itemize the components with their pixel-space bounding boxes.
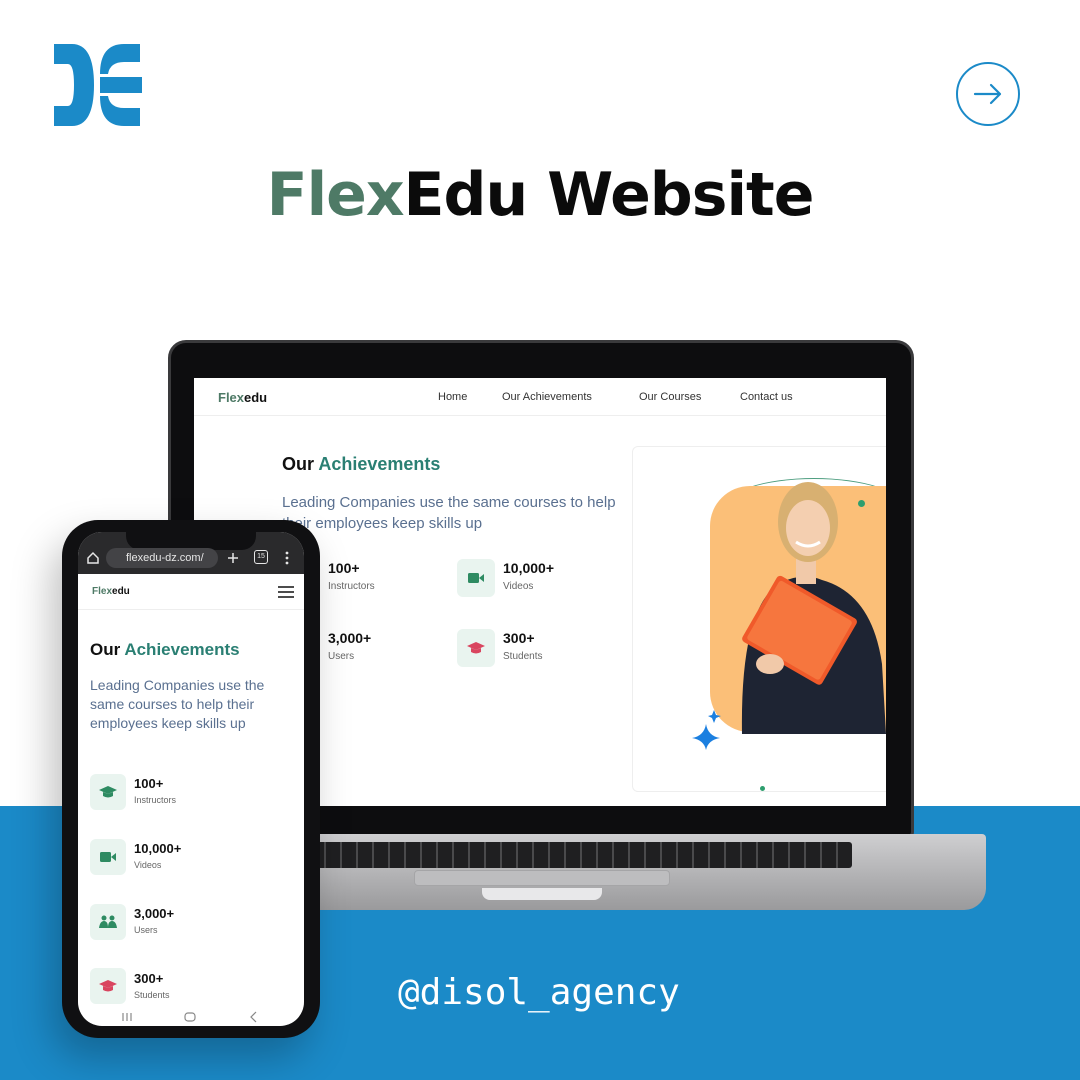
arrow-right-icon bbox=[973, 83, 1002, 105]
kebab-menu-icon[interactable] bbox=[284, 551, 290, 565]
desktop-title-our: Our bbox=[282, 454, 315, 474]
next-arrow-button[interactable] bbox=[956, 62, 1020, 126]
graduation-cap-icon bbox=[467, 642, 485, 654]
laptop-trackpad bbox=[414, 870, 670, 886]
mobile-stat-icon-students bbox=[90, 968, 126, 1004]
new-tab-plus-icon[interactable] bbox=[226, 551, 240, 565]
mobile-title-achievements: Achievements bbox=[124, 640, 240, 659]
mobile-stat-label-students: Students bbox=[134, 990, 170, 1000]
desktop-stat-label-students: Students bbox=[503, 651, 543, 662]
laptop-base-notch bbox=[482, 888, 602, 900]
graduation-cap-icon bbox=[99, 786, 117, 798]
mobile-url-bar[interactable]: flexedu-dz.com/ bbox=[106, 548, 218, 568]
home-icon[interactable] bbox=[86, 551, 100, 565]
sparkle-icon bbox=[692, 710, 721, 750]
mobile-stat-icon-instructors bbox=[90, 774, 126, 810]
desktop-stat-icon-students bbox=[457, 629, 495, 667]
desktop-site-logo[interactable]: Flexedu bbox=[218, 390, 267, 405]
video-icon bbox=[100, 852, 116, 862]
desktop-title-achievements: Achievements bbox=[318, 454, 441, 474]
nav-link-achievements[interactable]: Our Achievements bbox=[502, 391, 592, 403]
mobile-stat-icon-videos bbox=[90, 839, 126, 875]
tab-count-button[interactable]: 15 bbox=[254, 550, 268, 564]
desktop-stat-label-users: Users bbox=[328, 651, 355, 662]
android-nav-bar bbox=[122, 1011, 257, 1023]
desktop-stat-value-students: 300+ bbox=[503, 630, 535, 646]
hamburger-menu-icon[interactable] bbox=[278, 586, 294, 598]
nav-link-home[interactable]: Home bbox=[438, 391, 467, 403]
mobile-logo-flex: Flex bbox=[92, 586, 113, 597]
desktop-achievements-subtitle: Leading Companies use the same courses t… bbox=[282, 494, 616, 532]
home-gesture-icon[interactable] bbox=[184, 1012, 196, 1022]
mobile-browser-bar: flexedu-dz.com/ 15 bbox=[78, 532, 304, 574]
decor-dot bbox=[760, 786, 765, 791]
mobile-site-logo[interactable]: Flexedu bbox=[92, 586, 130, 597]
mobile-stat-label-videos: Videos bbox=[134, 860, 162, 870]
mobile-title-our: Our bbox=[90, 640, 121, 659]
desktop-stat-value-users: 3,000+ bbox=[328, 630, 372, 646]
decor-dot bbox=[858, 500, 865, 507]
nav-link-contact[interactable]: Contact us bbox=[740, 391, 793, 403]
mobile-achievements-subtitle: Leading Companies use the same courses t… bbox=[90, 677, 265, 731]
mobile-stat-value-instructors: 100+ bbox=[134, 776, 164, 791]
mobile-stat-value-students: 300+ bbox=[134, 971, 164, 986]
desktop-stat-label-instructors: Instructors bbox=[328, 581, 375, 592]
headline: FlexEdu Website bbox=[0, 160, 1080, 230]
recent-apps-icon[interactable] bbox=[122, 1013, 132, 1021]
desktop-stat-icon-videos bbox=[457, 559, 495, 597]
mobile-stat-icon-users bbox=[90, 904, 126, 940]
desktop-stat-value-instructors: 100+ bbox=[328, 560, 360, 576]
phone-screen: flexedu-dz.com/ 15 Flexedu Our Achieveme… bbox=[78, 532, 304, 1026]
disol-logo bbox=[54, 44, 142, 126]
users-icon bbox=[99, 915, 117, 928]
mobile-url-text: flexedu-dz.com/ bbox=[126, 552, 204, 564]
mobile-stat-label-instructors: Instructors bbox=[134, 795, 177, 805]
mobile-stat-value-videos: 10,000+ bbox=[134, 841, 182, 856]
desktop-achievements-title: Our Achievements bbox=[282, 454, 440, 475]
desktop-stat-value-videos: 10,000+ bbox=[503, 560, 554, 576]
desktop-logo-edu: edu bbox=[244, 390, 268, 405]
desktop-logo-flex: Flex bbox=[218, 390, 245, 405]
headline-rest: Edu Website bbox=[403, 160, 815, 230]
mobile-stat-value-users: 3,000+ bbox=[134, 906, 175, 921]
mobile-stat-label-users: Users bbox=[134, 925, 158, 935]
back-icon[interactable] bbox=[250, 1011, 257, 1023]
desktop-stat-label-videos: Videos bbox=[503, 581, 534, 592]
video-icon bbox=[468, 573, 484, 583]
social-handle: @disol_agency bbox=[398, 972, 680, 1013]
headline-accent: Flex bbox=[266, 160, 405, 230]
mobile-logo-edu: edu bbox=[112, 586, 130, 597]
nav-link-courses[interactable]: Our Courses bbox=[639, 391, 701, 403]
mobile-achievements-title: Our Achievements bbox=[90, 640, 240, 660]
desktop-navbar: Flexedu Home Our Achievements Our Course… bbox=[194, 378, 886, 416]
graduation-cap-icon bbox=[99, 980, 117, 992]
mobile-navbar: Flexedu bbox=[78, 574, 304, 610]
